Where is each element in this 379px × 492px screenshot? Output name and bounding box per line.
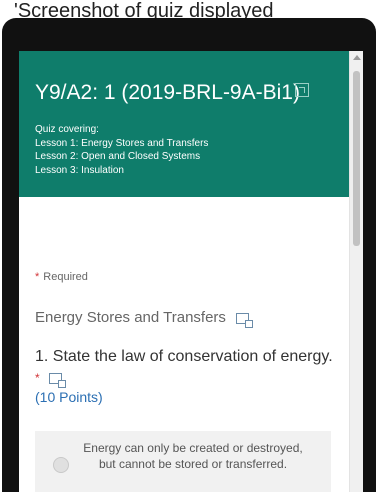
- quiz-covering-label: Quiz covering:: [35, 124, 99, 135]
- answer-option[interactable]: Energy can only be created or destroyed,…: [35, 431, 331, 492]
- answer-option-text: Energy can only be created or destroyed,…: [83, 441, 303, 471]
- form-title: Y9/A2: 1 (2019-BRL-9A-Bi1): [35, 81, 300, 104]
- immersive-reader-icon[interactable]: [236, 312, 254, 328]
- lesson-2: Lesson 2: Open and Closed Systems: [35, 151, 201, 162]
- section-title-text: Energy Stores and Transfers: [35, 309, 226, 326]
- section-title: Energy Stores and Transfers: [35, 309, 254, 328]
- radio-button[interactable]: [53, 457, 69, 473]
- question-meta: *: [35, 369, 67, 389]
- required-asterisk: *: [35, 271, 40, 283]
- required-asterisk: *: [35, 371, 40, 385]
- lesson-3: Lesson 3: Insulation: [35, 164, 124, 176]
- immersive-reader-icon[interactable]: [49, 373, 67, 389]
- required-note: * Required: [35, 271, 88, 283]
- vertical-scrollbar[interactable]: [349, 51, 363, 492]
- required-text: Required: [43, 271, 88, 283]
- scroll-up-icon[interactable]: [353, 55, 361, 60]
- question-title: 1. State the law of conservation of ener…: [35, 348, 333, 365]
- lesson-1: Lesson 1: Energy Stores and Transfers: [35, 137, 209, 149]
- form-description: Quiz covering: Lesson 1: Energy Stores a…: [35, 123, 208, 177]
- form-content: Y9/A2: 1 (2019-BRL-9A-Bi1) Quiz covering…: [19, 51, 349, 492]
- scrollbar-thumb[interactable]: [353, 71, 360, 246]
- form-header: Y9/A2: 1 (2019-BRL-9A-Bi1) Quiz covering…: [19, 51, 349, 197]
- form-viewport: Y9/A2: 1 (2019-BRL-9A-Bi1) Quiz covering…: [19, 51, 363, 492]
- immersive-reader-icon[interactable]: [295, 83, 309, 97]
- question-points: (10 Points): [35, 389, 103, 405]
- device-frame: Y9/A2: 1 (2019-BRL-9A-Bi1) Quiz covering…: [2, 18, 376, 492]
